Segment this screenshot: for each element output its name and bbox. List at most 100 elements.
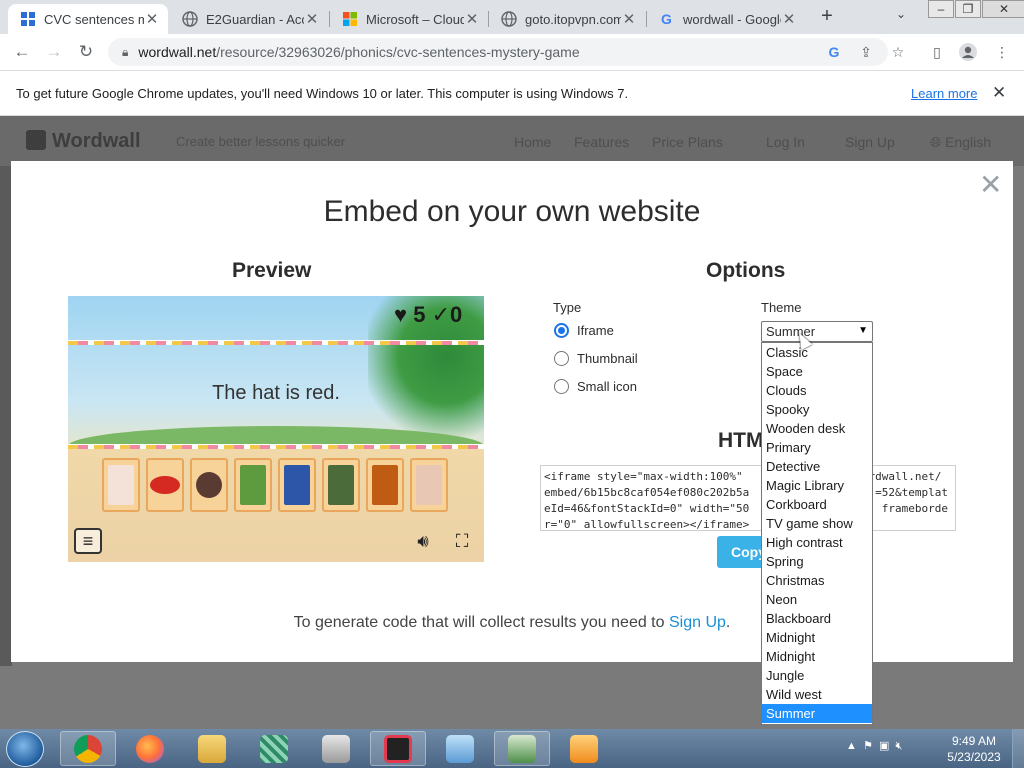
theme-option[interactable]: Magic Library [762,476,872,495]
theme-option[interactable]: TV game show [762,514,872,533]
system-tray-icons[interactable]: ▲ ⚑ ▣ 🔇︎ [846,739,902,753]
picture-card[interactable] [366,458,404,512]
tab-itopvpn[interactable]: goto.itopvpn.com ✕ [489,4,645,34]
tab-microsoft-cloud[interactable]: Microsoft – Cloud ✕ [330,4,488,34]
start-button-icon[interactable] [6,731,44,767]
theme-option[interactable]: Christmas [762,571,872,590]
restore-icon[interactable]: ❐ [955,0,981,18]
network-app-icon[interactable] [246,731,302,766]
sign-up-link[interactable]: Sign Up [669,614,726,631]
game-preview[interactable]: ♥ 5 ✓0 The hat is red. ≡ 🔊︎ ⛶ [68,296,484,562]
file-explorer-icon[interactable] [184,731,240,766]
footer-period: . [725,614,731,631]
screen-recorder-icon[interactable] [370,731,426,766]
game-menu-icon[interactable]: ≡ [74,528,102,554]
window-close-icon[interactable]: ✕ [982,0,1024,18]
modal-title: Embed on your own website [323,195,701,228]
radio-unchecked-icon[interactable] [554,351,569,366]
tab-close-icon[interactable]: ✕ [144,10,160,28]
microsoft-icon [342,11,358,27]
tab-title: goto.itopvpn.com [525,11,621,27]
check-icon: ✓ [431,302,450,327]
theme-option-highlighted[interactable]: Summer [762,704,872,723]
svg-text:G: G [661,11,672,27]
bunting-line [68,340,484,341]
control-panel-icon[interactable] [432,731,488,766]
tab-e2guardian[interactable]: E2Guardian - Acc ✕ [170,4,328,34]
picture-card[interactable] [234,458,272,512]
nav-language[interactable]: 🌐︎ English [930,134,991,151]
system-clock[interactable]: 9:49 AM 5/23/2023 [942,733,1006,765]
theme-option[interactable]: Detective [762,457,872,476]
picture-card[interactable] [410,458,448,512]
theme-option[interactable]: Wild west [762,685,872,704]
tab-close-icon[interactable]: ✕ [464,10,480,28]
lock-icon[interactable]: 🔒︎ [122,45,128,60]
tab-cvc-sentences[interactable]: CVC sentences my ✕ [8,4,168,34]
fullscreen-icon[interactable]: ⛶ [448,528,476,554]
radio-checked-icon[interactable] [554,323,569,338]
theme-select[interactable]: Summer ▼ [761,321,873,342]
tab-close-icon[interactable]: ✕ [621,10,637,28]
theme-option[interactable]: Neon [762,590,872,609]
theme-option[interactable]: Space [762,362,872,381]
bookmark-star-icon[interactable]: ☆ [888,42,908,62]
firefox-icon[interactable] [122,731,178,766]
theme-option[interactable]: High contrast [762,533,872,552]
chrome-icon[interactable] [60,731,116,766]
google-translate-icon[interactable]: G [824,42,844,62]
theme-option[interactable]: Spring [762,552,872,571]
picture-card[interactable] [322,458,360,512]
address-bar[interactable]: 🔒︎ wordwall.net /resource/32963026/phoni… [108,38,888,66]
back-icon[interactable]: ← [10,40,34,64]
theme-option[interactable]: Blackboard [762,609,872,628]
learn-more-link[interactable]: Learn more [911,86,977,101]
share-icon[interactable]: ⇪ [856,42,876,62]
type-small-icon-radio[interactable]: Small icon [554,379,637,394]
minimize-icon[interactable]: – [928,0,954,18]
tab-search-icon[interactable]: ⌄ [896,7,906,21]
profile-avatar-icon[interactable] [958,42,978,62]
picture-cards [102,458,454,512]
theme-option[interactable]: Corkboard [762,495,872,514]
picture-card[interactable] [190,458,228,512]
theme-option[interactable]: Clouds [762,381,872,400]
embed-code-textarea[interactable]: <iframe style="max-width:100%" rdwall.ne… [540,465,956,531]
theme-option[interactable]: Midnight [762,628,872,647]
nav-sign-up[interactable]: Sign Up [845,134,895,150]
nav-home[interactable]: Home [514,134,551,150]
nav-features[interactable]: Features [574,134,629,150]
show-desktop-button[interactable] [1012,729,1024,768]
remote-desktop-icon[interactable] [494,731,550,766]
sound-icon[interactable]: 🔊︎ [409,528,437,554]
options-heading: Options [706,259,786,282]
chrome-menu-icon[interactable]: ⋮ [992,42,1012,62]
site-tagline: Create better lessons quicker [176,134,346,149]
theme-option[interactable]: Spooky [762,400,872,419]
type-iframe-radio[interactable]: Iframe [554,323,614,338]
theme-option[interactable]: Classic [762,343,872,362]
picture-card[interactable] [102,458,140,512]
theme-option[interactable]: Jungle [762,666,872,685]
radio-unchecked-icon[interactable] [554,379,569,394]
side-panel-icon[interactable]: ▯ [927,42,947,62]
theme-option[interactable]: Midnight [762,647,872,666]
tab-google-search[interactable]: G wordwall - Google ✕ [647,4,805,34]
type-thumbnail-radio[interactable]: Thumbnail [554,351,638,366]
new-tab-button[interactable]: + [816,5,838,28]
theme-option[interactable]: Wooden desk [762,419,872,438]
tab-title: CVC sentences my [44,11,144,27]
picture-card[interactable] [278,458,316,512]
picture-card[interactable] [146,458,184,512]
infobar-close-icon[interactable]: ✕ [992,83,1006,103]
theme-option[interactable]: Primary [762,438,872,457]
printer-icon[interactable] [308,731,364,766]
nav-price-plans[interactable]: Price Plans [652,134,723,150]
nav-log-in[interactable]: Log In [766,134,805,150]
forward-icon[interactable]: → [42,40,66,64]
theme-dropdown-list[interactable]: Classic Space Clouds Spooky Wooden desk … [761,342,873,725]
tab-close-icon[interactable]: ✕ [304,10,320,28]
reload-icon[interactable]: ↻ [74,40,98,64]
tab-close-icon[interactable]: ✕ [781,10,797,28]
media-player-icon[interactable] [556,731,612,766]
